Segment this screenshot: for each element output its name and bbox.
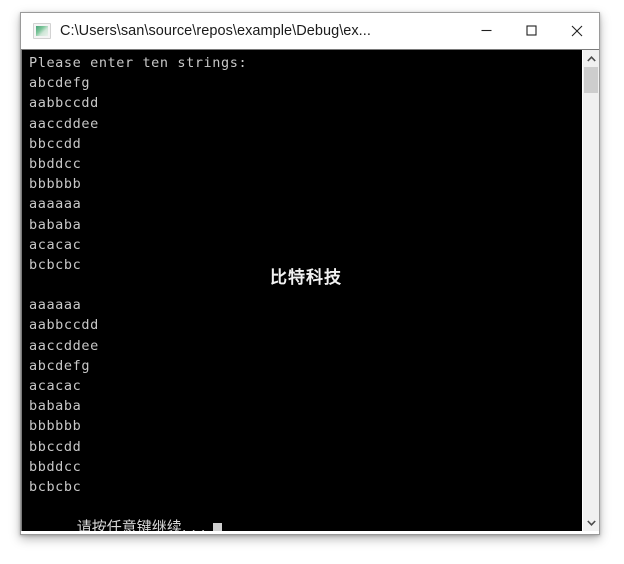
console-line: aaaaaa xyxy=(29,297,82,314)
console-line: bbccdd xyxy=(29,438,82,455)
console-line: aabbccdd xyxy=(29,317,99,334)
screen-root: C:\Users\san\source\repos\example\Debug\… xyxy=(0,0,624,564)
console-line: bbbbbb xyxy=(29,176,82,193)
chevron-down-icon xyxy=(586,519,596,526)
console-line: Please enter ten strings: xyxy=(29,55,248,71)
console-line: aabbccdd xyxy=(29,95,99,112)
scrollbar-up-button[interactable] xyxy=(583,50,599,67)
console-line: bababa xyxy=(29,216,82,233)
vertical-scrollbar[interactable] xyxy=(582,50,599,531)
console-line: acacac xyxy=(29,236,82,253)
console-line: bbddcc xyxy=(29,458,82,475)
caption-buttons xyxy=(464,13,599,49)
console-line: bbbbbb xyxy=(29,418,82,435)
console-line: bbccdd xyxy=(29,135,82,152)
window-titlebar[interactable]: C:\Users\san\source\repos\example\Debug\… xyxy=(21,13,599,49)
console-line: acacac xyxy=(29,378,82,394)
console-line: abcdefg xyxy=(29,357,91,374)
console-app-icon xyxy=(33,22,51,39)
scrollbar-thumb[interactable] xyxy=(584,67,598,93)
minimize-icon xyxy=(481,29,492,32)
console-line: abcdefg xyxy=(29,75,91,92)
scrollbar-down-button[interactable] xyxy=(583,514,599,531)
watermark-text: 比特科技 xyxy=(270,268,342,288)
console-line: bababa xyxy=(29,398,82,415)
console-prompt-line: 请按任意键继续. . . xyxy=(29,497,582,531)
maximize-icon xyxy=(526,25,537,36)
console-line: bbddcc xyxy=(29,155,82,172)
console-line: bcbcbc xyxy=(29,478,82,495)
close-button[interactable] xyxy=(554,13,599,49)
close-icon xyxy=(571,25,582,36)
maximize-button[interactable] xyxy=(509,13,554,49)
window-bottom-edge xyxy=(21,531,599,534)
window-title: C:\Users\san\source\repos\example\Debug\… xyxy=(60,22,371,39)
minimize-button[interactable] xyxy=(464,13,509,49)
console-area: Please enter ten strings: abcdefg aabbccdd… xyxy=(21,49,599,531)
block-cursor xyxy=(212,523,222,531)
console-line: aaccddee xyxy=(29,115,99,132)
scrollbar-track[interactable] xyxy=(583,67,599,514)
console-app-icon-glyph xyxy=(36,25,48,36)
console-line: aaccddee xyxy=(29,337,99,354)
console-window: C:\Users\san\source\repos\example\Debug\… xyxy=(20,12,600,535)
console-line: aaaaaa xyxy=(29,196,82,213)
chevron-up-icon xyxy=(586,55,596,62)
console-prompt-text: 请按任意键继续. . . xyxy=(76,518,206,531)
console-output[interactable]: Please enter ten strings: abcdefg aabbccdd… xyxy=(22,50,582,531)
